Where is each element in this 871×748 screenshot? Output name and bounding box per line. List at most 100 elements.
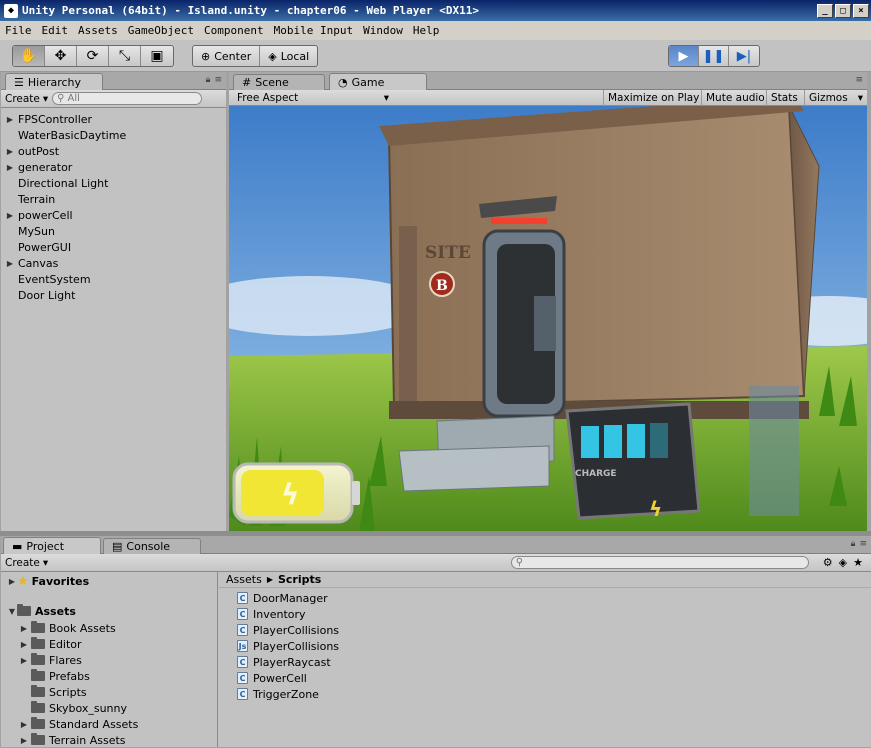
hierarchy-item[interactable]: EventSystem xyxy=(1,271,226,287)
expand-arrow-icon[interactable]: ▶ xyxy=(5,147,15,156)
folder-item[interactable]: Skybox_sunny xyxy=(1,700,217,716)
pause-button-icon[interactable]: ❚❚ xyxy=(699,46,729,66)
folder-item[interactable]: ▶ Editor xyxy=(1,636,217,652)
menu-component[interactable]: Component xyxy=(199,24,269,37)
game-viewport[interactable]: SITE B CHARGE ϟ ϟ xyxy=(229,106,867,531)
expand-arrow-icon[interactable]: ▶ xyxy=(5,163,15,172)
mute-audio-toggle[interactable]: Mute audio xyxy=(701,90,769,106)
file-label: DoorManager xyxy=(253,591,328,605)
hierarchy-item-label: Directional Light xyxy=(18,176,109,190)
space-local-button[interactable]: ◈ Local xyxy=(260,46,317,66)
hierarchy-item[interactable]: MySun xyxy=(1,223,226,239)
close-button[interactable]: × xyxy=(853,3,869,18)
step-button-icon[interactable]: ▶| xyxy=(729,46,759,66)
project-search-input[interactable]: ⚲ xyxy=(510,556,809,569)
lightning-icon: ϟ xyxy=(649,497,662,521)
menu-edit[interactable]: Edit xyxy=(37,24,74,37)
hierarchy-item[interactable]: ▶ Canvas xyxy=(1,255,226,271)
hierarchy-search-input[interactable]: ⚲ All xyxy=(52,92,203,105)
aspect-dropdown[interactable]: Free Aspect ▾ xyxy=(233,90,393,106)
tab-project[interactable]: ▬ Project xyxy=(3,537,101,554)
menu-file[interactable]: File xyxy=(0,24,37,37)
expand-arrow-icon[interactable]: ▶ xyxy=(19,640,29,649)
assets-root-item[interactable]: ▼ Assets xyxy=(1,602,217,620)
play-button-icon[interactable]: ▶ xyxy=(669,46,699,66)
tab-game[interactable]: ◔ Game xyxy=(329,73,427,90)
charge-cell xyxy=(627,424,645,458)
pivot-center-button[interactable]: ⊕ Center xyxy=(193,46,261,66)
rotate-tool-icon[interactable]: ⟳ xyxy=(77,46,109,66)
menu-mobile-input[interactable]: Mobile Input xyxy=(269,24,358,37)
menu-help[interactable]: Help xyxy=(408,24,445,37)
expand-arrow-icon[interactable]: ▶ xyxy=(19,624,29,633)
folder-item[interactable]: Scripts xyxy=(1,684,217,700)
hierarchy-item[interactable]: ▶ generator xyxy=(1,159,226,175)
hierarchy-item[interactable]: WaterBasicDaytime xyxy=(1,127,226,143)
expand-arrow-icon[interactable]: ▶ xyxy=(5,259,15,268)
hierarchy-item[interactable]: Terrain xyxy=(1,191,226,207)
breadcrumb-assets[interactable]: Assets xyxy=(226,573,262,586)
folder-item[interactable]: ▶ Standard Assets xyxy=(1,716,217,732)
hand-tool-icon[interactable]: ✋ xyxy=(13,46,45,66)
menu-gameobject[interactable]: GameObject xyxy=(123,24,199,37)
menu-assets[interactable]: Assets xyxy=(73,24,123,37)
hierarchy-item-label: PowerGUI xyxy=(18,240,72,254)
script-file-item[interactable]: C PlayerRaycast xyxy=(237,654,871,670)
rect-tool-icon[interactable]: ▣ xyxy=(141,46,173,66)
panel-menu-icon[interactable]: ≡ xyxy=(855,75,863,85)
breadcrumb: Assets ▶ Scripts xyxy=(219,572,871,588)
filter-label-icon[interactable]: ◈ xyxy=(839,556,847,569)
tab-scene[interactable]: # Scene xyxy=(233,74,325,90)
panel-menu-icon[interactable]: ≡ xyxy=(214,75,222,85)
collapse-arrow-icon[interactable]: ▼ xyxy=(7,607,17,616)
stats-toggle[interactable]: Stats xyxy=(766,90,802,106)
favorite-star-icon[interactable]: ★ xyxy=(853,556,863,569)
expand-arrow-icon[interactable]: ▶ xyxy=(5,211,15,220)
lock-icon[interactable]: 🔒︎ xyxy=(851,539,856,549)
maximize-button[interactable]: □ xyxy=(835,3,851,18)
expand-arrow-icon[interactable]: ▶ xyxy=(5,115,15,124)
script-file-item[interactable]: C PlayerCollisions xyxy=(237,622,871,638)
tab-console[interactable]: ▤ Console xyxy=(103,538,201,554)
filter-type-icon[interactable]: ⚙ xyxy=(823,556,833,569)
hierarchy-item[interactable]: Door Light xyxy=(1,287,226,303)
panel-menu-icon[interactable]: ≡ xyxy=(859,539,867,549)
script-file-item[interactable]: Js PlayerCollisions xyxy=(237,638,871,654)
favorites-item[interactable]: ▶ ★ Favorites xyxy=(1,572,217,590)
hierarchy-item-label: FPSController xyxy=(18,112,93,126)
minimize-button[interactable]: _ xyxy=(817,3,833,18)
expand-arrow-icon[interactable]: ▶ xyxy=(19,656,29,665)
folder-item[interactable]: ▶ Flares xyxy=(1,652,217,668)
console-icon: ▤ xyxy=(112,540,123,553)
folder-item[interactable]: Prefabs xyxy=(1,668,217,684)
hierarchy-item[interactable]: ▶ powerCell xyxy=(1,207,226,223)
expand-arrow-icon[interactable]: ▶ xyxy=(19,720,29,729)
tab-hierarchy[interactable]: ☰ Hierarchy xyxy=(5,73,103,90)
folder-item[interactable]: ▶ Terrain Assets xyxy=(1,732,217,748)
move-tool-icon[interactable]: ✥ xyxy=(45,46,77,66)
expand-arrow-icon[interactable]: ▶ xyxy=(7,577,17,586)
script-file-item[interactable]: C DoorManager xyxy=(237,590,871,606)
game-panel: # Scene ◔ Game ≡ Free Aspect ▾ Maximize on … xyxy=(229,72,867,531)
csharp-file-icon: C xyxy=(237,672,248,684)
step-lower xyxy=(398,445,550,492)
hierarchy-item[interactable]: Directional Light xyxy=(1,175,226,191)
hierarchy-item[interactable]: PowerGUI xyxy=(1,239,226,255)
script-file-item[interactable]: C PowerCell xyxy=(237,670,871,686)
hierarchy-item[interactable]: ▶ FPSController xyxy=(1,111,226,127)
scale-tool-icon[interactable]: ⤡ xyxy=(109,46,141,66)
hierarchy-item[interactable]: ▶ outPost xyxy=(1,143,226,159)
maximize-on-play-toggle[interactable]: Maximize on Play xyxy=(603,90,703,106)
script-file-item[interactable]: C Inventory xyxy=(237,606,871,622)
folder-item[interactable]: ▶ Book Assets xyxy=(1,620,217,636)
gizmos-dropdown[interactable]: Gizmos ▾ xyxy=(804,90,867,106)
breadcrumb-scripts[interactable]: Scripts xyxy=(278,573,321,586)
folder-label: Book Assets xyxy=(49,621,116,635)
expand-arrow-icon[interactable]: ▶ xyxy=(19,736,29,745)
hierarchy-create-dropdown[interactable]: Create ▾ xyxy=(1,91,52,107)
project-create-dropdown[interactable]: Create ▾ xyxy=(1,555,52,571)
menu-window[interactable]: Window xyxy=(358,24,408,37)
folder-label: Flares xyxy=(49,653,82,667)
script-file-item[interactable]: C TriggerZone xyxy=(237,686,871,702)
lock-icon[interactable]: 🔒︎ xyxy=(206,75,211,85)
